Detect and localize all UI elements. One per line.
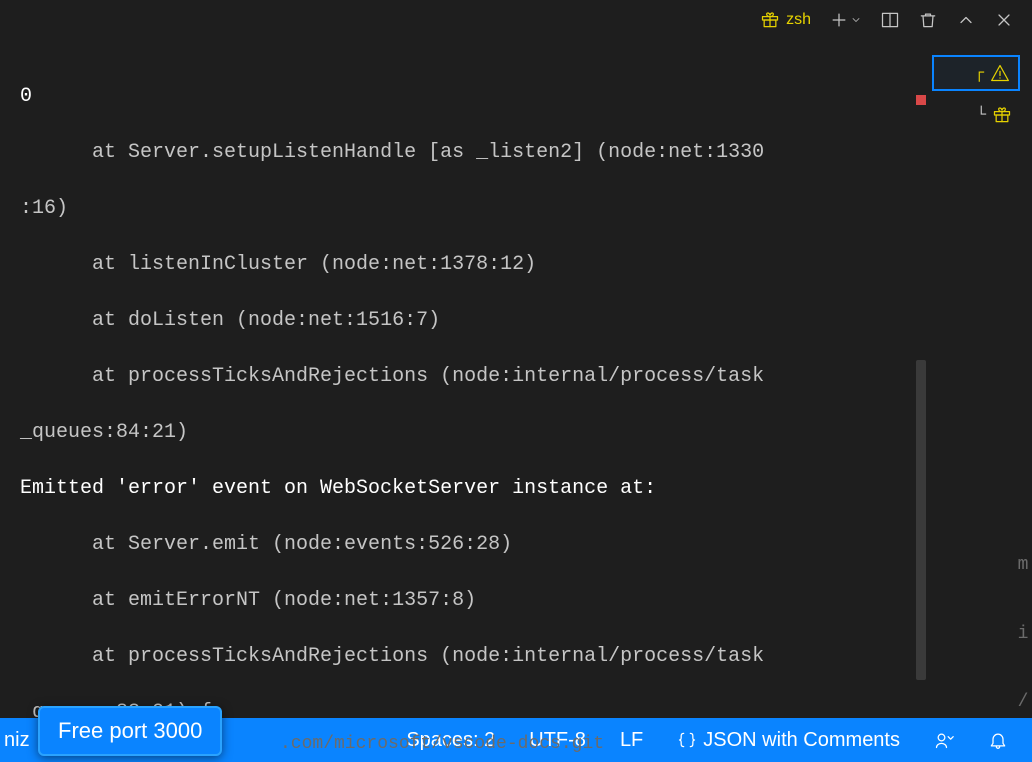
- plus-icon: [829, 10, 849, 30]
- language-label: JSON with Comments: [703, 729, 900, 752]
- terminal-line: at Server.setupListenHandle [as _listen2…: [20, 139, 922, 167]
- terminal-tabs-sidebar: ┌ └: [932, 55, 1020, 133]
- warning-icon: [990, 63, 1010, 83]
- shell-name: zsh: [786, 11, 811, 29]
- status-left: niz: [0, 718, 34, 762]
- hover-tooltip: Free port 3000: [38, 706, 222, 756]
- terminal-line: at listenInCluster (node:net:1378:12): [20, 251, 922, 279]
- kill-terminal-button[interactable]: [918, 10, 938, 30]
- terminal-line: :16): [20, 195, 922, 223]
- terminal-line: at processTicksAndRejections (node:inter…: [20, 363, 922, 391]
- terminal-tab-2[interactable]: └: [932, 97, 1020, 133]
- maximize-panel-button[interactable]: [956, 10, 976, 30]
- chevron-down-icon[interactable]: [850, 10, 862, 30]
- gutter-char: i: [1018, 624, 1029, 644]
- braces-icon: [677, 730, 697, 750]
- close-panel-button[interactable]: [994, 10, 1014, 30]
- gift-icon: [760, 10, 780, 30]
- vscode-terminal-view: zsh ┌ └ m i / 0 at Server.setupListenHan…: [0, 0, 1032, 762]
- right-gutter-text: m i /: [1014, 555, 1032, 712]
- status-eol[interactable]: LF: [614, 718, 649, 762]
- tree-branch-icon: └: [976, 106, 986, 124]
- terminal-line: at emitErrorNT (node:net:1357:8): [20, 587, 922, 615]
- terminal-line: at doListen (node:net:1516:7): [20, 307, 922, 335]
- terminal-tab-1[interactable]: ┌: [932, 55, 1020, 91]
- terminal-toolbar: zsh: [0, 0, 1032, 40]
- terminal-line: _queues:84:21): [20, 419, 922, 447]
- terminal-line: at processTicksAndRejections (node:inter…: [20, 643, 922, 671]
- new-terminal-button[interactable]: [829, 10, 862, 30]
- bell-icon: [988, 730, 1008, 750]
- gift-icon: [992, 105, 1012, 125]
- terminal-shell-label[interactable]: zsh: [760, 10, 811, 30]
- tree-branch-icon: ┌: [974, 64, 984, 82]
- status-feedback-button[interactable]: [928, 718, 960, 762]
- feedback-icon: [934, 730, 954, 750]
- tooltip-text: Free port 3000: [58, 718, 202, 743]
- terminal-line: at Server.emit (node:events:526:28): [20, 531, 922, 559]
- gutter-char: m: [1018, 555, 1029, 575]
- terminal-line: 0: [20, 83, 922, 111]
- status-notifications-button[interactable]: [982, 718, 1014, 762]
- background-text: .com/microsoft/vscode-docs.git: [280, 734, 604, 754]
- status-language[interactable]: JSON with Comments: [671, 718, 906, 762]
- split-terminal-button[interactable]: [880, 10, 900, 30]
- terminal-output[interactable]: 0 at Server.setupListenHandle [as _liste…: [20, 55, 922, 707]
- terminal-line: Emitted 'error' event on WebSocketServer…: [20, 475, 922, 503]
- status-item-truncated[interactable]: niz: [0, 718, 34, 762]
- gutter-char: /: [1018, 692, 1029, 712]
